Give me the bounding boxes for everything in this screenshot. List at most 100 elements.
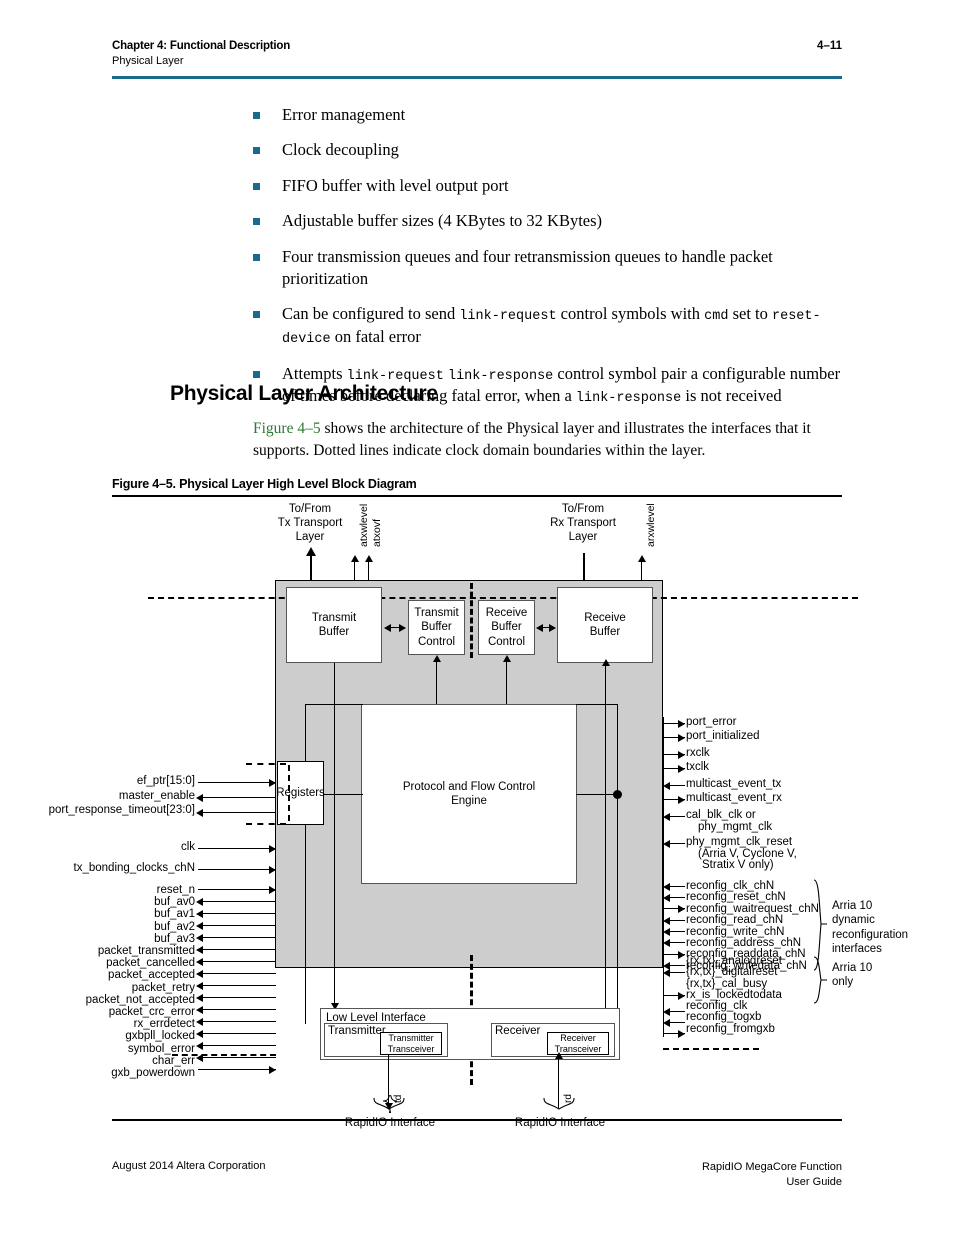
buf-av2-arrow [196, 922, 203, 930]
text-frag: control symbols with [556, 304, 705, 324]
port-response-timeout-arrow [196, 809, 203, 817]
bullet-square-icon [253, 182, 260, 190]
signal-label: buf_av1 [154, 908, 195, 921]
packet-crc-error-arrow [196, 1006, 203, 1014]
figure-cross-reference-link[interactable]: Figure 4–5 [253, 420, 321, 437]
code-link-request: link-request [459, 309, 557, 325]
packet-accepted-arrow [196, 970, 203, 978]
signal-label: char_err [152, 1054, 195, 1067]
signal-label: phy_mgmt_clk [698, 820, 773, 833]
buf-av3-line [198, 937, 276, 938]
transmit-buffer-down-line [334, 663, 335, 1009]
reset-n-line [198, 889, 276, 890]
right-signal-group-5: phy_mgmt_clk_reset (Arria V, Cyclone V, … [686, 836, 797, 872]
signal-label: symbol_error [127, 1042, 195, 1055]
transmit-buffer-label: Transmit Buffer [311, 611, 357, 638]
signal-label: tx_bonding_clocks_chN [73, 861, 195, 874]
signal-label: reconfig_read_chN [686, 914, 784, 927]
page-title: Physical Layer Architecture [170, 382, 438, 405]
gxb-powerdown-line [198, 1069, 276, 1070]
footer-doc-title: RapidIO MegaCore Function [701, 1161, 842, 1173]
list-item: Clock decoupling [253, 139, 853, 161]
signal-label: packet_retry [131, 981, 195, 994]
packet-retry-arrow [196, 982, 203, 990]
signal-label: packet_transmitted [97, 945, 195, 958]
signal-label: multicast_event_rx [686, 791, 782, 804]
packet-retry-line [198, 985, 276, 986]
packet-transmitted-line [198, 949, 276, 950]
rapidio-interface-right-label: RapidIO Interface [514, 1117, 606, 1129]
ef-ptr-arrow [269, 779, 276, 787]
buf-av1-arrow [196, 910, 203, 918]
header-chapter-title: Chapter 4: Functional Description [112, 40, 291, 52]
text-frag: Can be configured to send [282, 304, 460, 324]
footer-doc-subtitle: User Guide [786, 1175, 842, 1188]
signal-label: rxclk [686, 747, 710, 759]
list-item-text: Clock decoupling [282, 140, 399, 160]
bottom-right-signal-labels: reconfig_clk reconfig_togxb reconfig_fro… [686, 1000, 775, 1035]
signal-label: ef_ptr[15:0] [136, 775, 195, 787]
cal-blk-clk-arrow [663, 813, 670, 821]
analogreset-group-arrow [663, 969, 670, 977]
tx-buffer-control-arrow-right [399, 624, 406, 632]
tx-transport-arrow-up [306, 547, 316, 556]
tx-transport-layer-label: To/From Tx Transport Layer [277, 503, 343, 543]
receive-buffer-block: Receive Buffer [557, 587, 653, 663]
list-item-text: Four transmission queues and four retran… [282, 246, 773, 288]
signal-label: Stratix V only) [702, 859, 774, 872]
packet-transmitted-arrow [196, 946, 203, 954]
bullet-square-icon [253, 253, 260, 261]
master-enable-arrow [196, 794, 203, 802]
engine-left-top-link [305, 704, 363, 705]
transmitter-transceiver-block: Transmitter Transceiver [380, 1032, 442, 1055]
packet-not-accepted-line [198, 997, 276, 998]
bullet-square-icon [253, 218, 260, 226]
header-rule [112, 76, 842, 79]
clock-domain-boundary-right-bottom [663, 1048, 759, 1050]
atxwlevel-label: atxwlevel [358, 503, 370, 547]
text-frag: set to [728, 304, 772, 324]
code-link-response-2: link-response [575, 391, 682, 407]
protocol-flow-control-engine-block: Protocol and Flow Control Engine [361, 704, 577, 884]
engine-to-rx-control-line [506, 661, 507, 704]
right-signal-group-3: multicast_event_tx multicast_event_rx [686, 778, 782, 804]
multicast-event-tx-arrow [663, 782, 670, 790]
signal-label: txclk [686, 760, 709, 773]
tx-bonding-clocks-arrow [269, 866, 276, 874]
signal-label: packet_crc_error [108, 1006, 195, 1019]
right-signal-group-2: rxclk txclk [686, 747, 710, 773]
reconfig-togxb-arrow [663, 1019, 670, 1027]
engine-right-junction-dot [613, 790, 622, 799]
symbol-error-line [198, 1045, 276, 1046]
signal-label: cal_blk_clk or [686, 809, 756, 821]
rx-transport-layer-label: To/From Rx Transport Layer [550, 503, 616, 543]
engine-left-bus [305, 704, 306, 1024]
signal-label: gxbpll_locked [125, 1030, 195, 1043]
code-cmd: cmd [704, 309, 729, 325]
transmitter-transceiver-label: Transmitter Transceiver [387, 1033, 435, 1054]
rx-buffer-control-arrow-right [549, 624, 556, 632]
reset-n-arrow [269, 886, 276, 894]
engine-to-tx-control-line [436, 661, 437, 704]
signal-label: buf_av2 [154, 920, 195, 933]
left-clock-signal-labels: clk tx_bonding_clocks_chN [40, 841, 195, 874]
arxwlevel-label: arxwlevel [645, 503, 657, 547]
physical-layer-block-diagram: To/From Tx Transport Layer To/From Rx Tr… [0, 495, 954, 1129]
code-link-response: link-response [447, 368, 554, 384]
td-brace-icon [373, 1095, 405, 1113]
list-item-text: FIFO buffer with level output port [282, 175, 509, 195]
list-item: Error management [253, 104, 853, 126]
transmit-buffer-control-block: Transmit Buffer Control [408, 600, 465, 655]
engine-right-bus-branch [576, 794, 618, 795]
bullet-square-icon [253, 147, 260, 155]
transmit-buffer-block: Transmit Buffer [286, 587, 382, 663]
clock-domain-boundary-vertical-upper [470, 583, 473, 658]
footer-left: August 2014 Altera Corporation [112, 1160, 266, 1172]
reconfig-read-chn-arrow [663, 917, 670, 925]
receive-buffer-label: Receive Buffer [584, 611, 626, 638]
text-frag: on fatal error [330, 327, 421, 347]
running-header: Chapter 4: Functional Description Physic… [112, 40, 842, 67]
buf-av1-line [198, 913, 276, 914]
clock-domain-boundary-left-bottom [172, 1054, 276, 1056]
rd-brace-icon [543, 1097, 575, 1110]
